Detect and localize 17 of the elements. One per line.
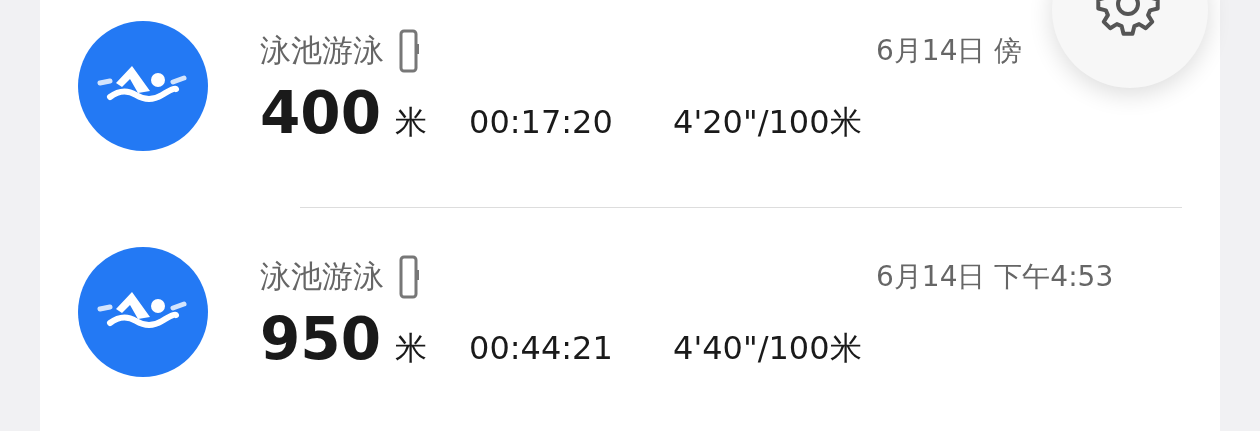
pace-value: 4'20"/100米 [673,102,862,143]
workout-date: 6月14日 傍 [876,33,1024,69]
workout-title: 泳池游泳 [260,257,384,296]
duration-value: 00:17:20 [469,103,614,141]
settings-icon [1094,0,1162,36]
swimmer-icon [78,247,208,377]
distance-value: 400 [260,79,382,147]
band-icon [398,29,422,73]
distance-unit: 米 [395,328,429,369]
pace-value: 4'40"/100米 [673,328,862,369]
workout-date: 6月14日 下午4:53 [876,259,1115,295]
distance-unit: 米 [395,102,429,143]
distance-value: 950 [260,305,382,373]
duration-value: 00:44:21 [469,329,614,367]
band-icon [398,255,422,299]
workout-title: 泳池游泳 [260,31,384,70]
swimmer-icon [78,21,208,151]
